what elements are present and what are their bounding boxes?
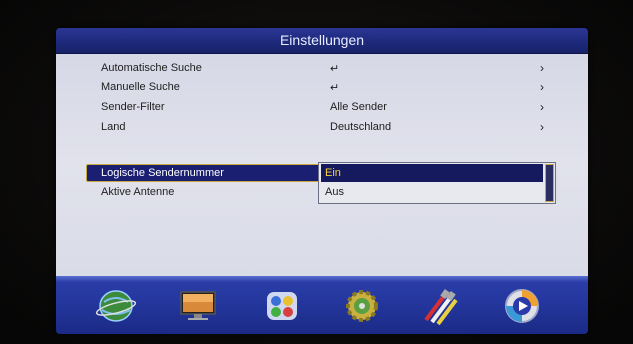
enter-icon: ↵ [330, 63, 340, 75]
menu-item-value: Deutschland [330, 121, 392, 133]
title-bar: Einstellungen [56, 28, 588, 54]
dropdown-option-label: Ein [325, 167, 341, 179]
chevron-right-icon: › [540, 100, 544, 114]
satellite-globe-icon[interactable] [94, 284, 138, 326]
page-title: Einstellungen [279, 32, 365, 48]
tv-screen: Einstellungen Automatische Suche ↵ › Man… [56, 28, 588, 334]
chevron-right-icon: › [540, 120, 544, 134]
menu-item-label: Automatische Suche [101, 62, 202, 74]
menu-item-label: Land [101, 121, 126, 133]
dropdown-option-off[interactable]: Aus [321, 183, 543, 201]
menu-item-label: Aktive Antenne [101, 186, 175, 198]
av-cables-icon[interactable] [418, 284, 462, 326]
settings-menu: Automatische Suche ↵ › Manuelle Suche ↵ … [56, 54, 588, 276]
media-play-icon[interactable] [500, 284, 544, 326]
chevron-right-icon: › [540, 80, 544, 94]
menu-item-value: Alle Sender [330, 101, 387, 113]
lcn-dropdown[interactable]: Ein Aus [318, 162, 556, 204]
menu-item-label: Manuelle Suche [101, 81, 180, 93]
dropdown-scrollbar[interactable] [545, 164, 554, 202]
menu-item-manual-search[interactable]: Manuelle Suche ↵ › [56, 79, 588, 96]
chevron-right-icon: › [540, 61, 544, 75]
tv-screen-icon[interactable] [176, 284, 220, 326]
dropdown-option-label: Aus [325, 186, 344, 198]
menu-item-lcn-label: Logische Sendernummer [101, 167, 224, 179]
menu-item-country[interactable]: Land Deutschland › [56, 119, 588, 136]
menu-item-label: Sender-Filter [101, 101, 165, 113]
icon-toolbar [56, 276, 588, 334]
enter-icon: ↵ [330, 82, 340, 94]
dropdown-option-on[interactable]: Ein [321, 164, 543, 182]
gear-icon[interactable] [340, 284, 384, 326]
menu-item-channel-filter[interactable]: Sender-Filter Alle Sender › [56, 99, 588, 116]
apps-icon[interactable] [260, 284, 304, 326]
menu-item-automatic-search[interactable]: Automatische Suche ↵ › [56, 60, 588, 77]
